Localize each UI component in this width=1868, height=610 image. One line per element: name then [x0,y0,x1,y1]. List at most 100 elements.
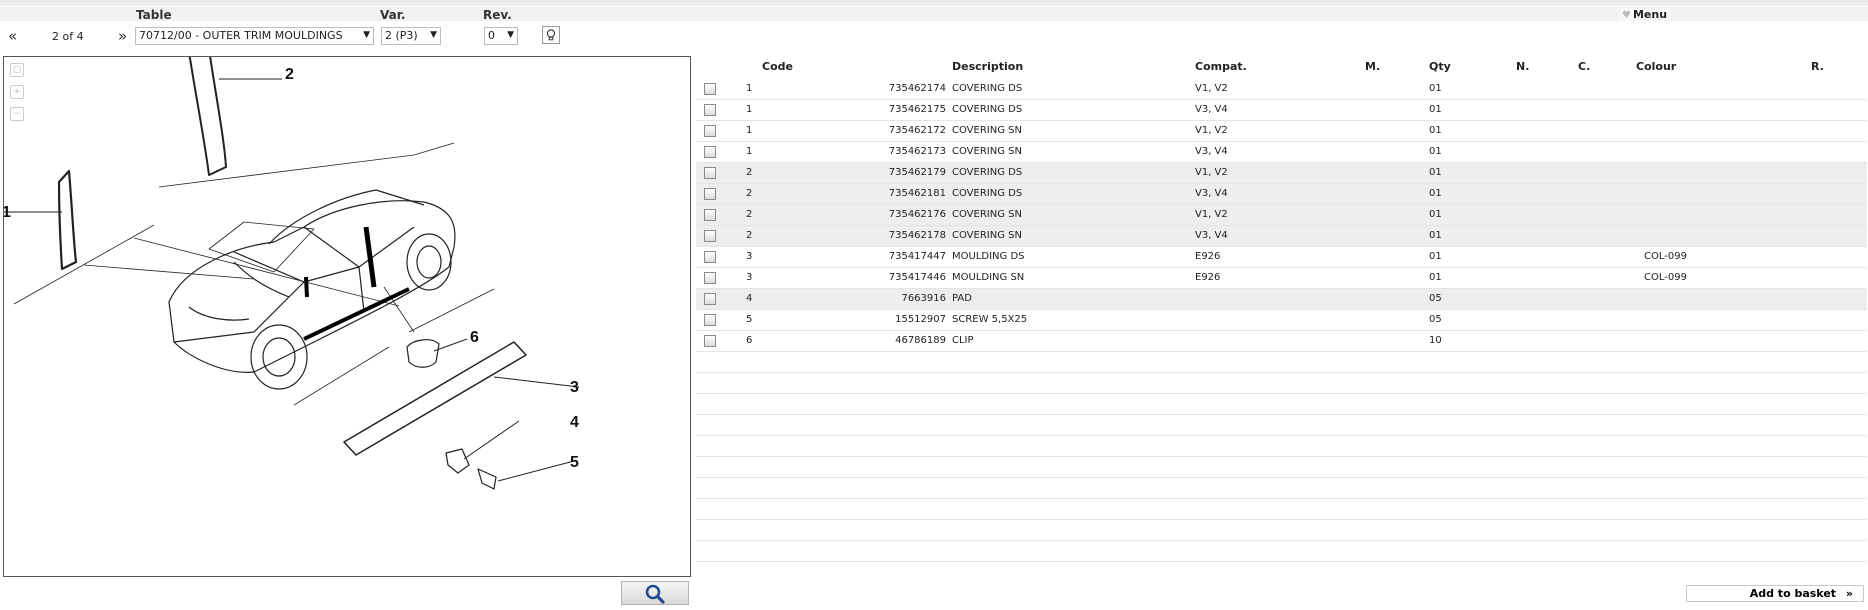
row-ref: 5 [746,314,753,325]
table-row[interactable]: 2 735462178 COVERING SN V3, V4 01 [696,226,1867,247]
zoom-tools: ▢ + − [10,63,24,129]
row-ref: 1 [746,83,753,94]
row-ref: 2 [746,209,753,220]
row-compat: V3, V4 [1195,104,1228,115]
table-select[interactable]: 70712/00 - OUTER TRIM MOULDINGS ▼ [135,27,374,45]
row-code: 735462176 [888,209,946,220]
row-description: COVERING SN [952,146,1022,157]
col-code[interactable]: Code [762,60,793,73]
row-checkbox[interactable] [704,272,716,284]
table-header: Code Description Compat. M. Qty N. C. Co… [696,56,1867,79]
callout-4[interactable]: 4 [570,414,579,431]
row-compat: V1, V2 [1195,167,1228,178]
next-page-button[interactable]: » [118,27,127,45]
empty-row [696,499,1867,520]
row-code: 735462172 [888,125,946,136]
zoom-out-icon[interactable]: − [10,107,24,121]
callout-3[interactable]: 3 [570,379,579,396]
row-description: CLIP [952,335,974,346]
row-qty: 01 [1429,104,1442,115]
variant-label: Var. [380,8,406,22]
variant-select[interactable]: 2 (P3) ▼ [381,27,441,45]
row-checkbox[interactable] [704,104,716,116]
table-row[interactable]: 3 735417447 MOULDING DS E926 01 COL-099 [696,247,1867,268]
callout-1[interactable]: 1 [4,204,11,221]
row-checkbox[interactable] [704,83,716,95]
table-row[interactable]: 2 735462181 COVERING DS V3, V4 01 [696,184,1867,205]
table-select-value: 70712/00 - OUTER TRIM MOULDINGS [139,29,343,42]
zoom-in-icon[interactable]: + [10,85,24,99]
col-qty[interactable]: Qty [1429,60,1451,73]
empty-row [696,373,1867,394]
table-body: 1 735462174 COVERING DS V1, V2 01 1 735462175 C… [696,79,1867,352]
table-row[interactable]: 1 735462173 COVERING SN V3, V4 01 [696,142,1867,163]
row-checkbox[interactable] [704,188,716,200]
callout-5[interactable]: 5 [570,454,579,471]
chevron-down-icon: ▼ [363,30,370,40]
row-qty: 01 [1429,209,1442,220]
col-colour[interactable]: Colour [1636,60,1676,73]
lightbulb-icon[interactable] [542,26,560,44]
row-checkbox[interactable] [704,293,716,305]
col-m[interactable]: M. [1365,60,1380,73]
row-checkbox[interactable] [704,125,716,137]
row-qty: 01 [1429,272,1442,283]
menu-button[interactable]: ♥ Menu [1618,8,1672,21]
first-page-button[interactable]: « [8,27,17,45]
revision-select[interactable]: 0 ▼ [484,27,518,45]
revision-label: Rev. [483,8,512,22]
row-checkbox[interactable] [704,335,716,347]
row-checkbox[interactable] [704,167,716,179]
row-compat: V3, V4 [1195,230,1228,241]
row-qty: 05 [1429,314,1442,325]
chevron-down-icon: ▼ [430,30,437,40]
empty-row [696,436,1867,457]
row-qty: 01 [1429,125,1442,136]
col-compat[interactable]: Compat. [1195,60,1247,73]
col-c[interactable]: C. [1578,60,1590,73]
callout-6[interactable]: 6 [470,329,479,346]
row-compat: E926 [1195,251,1221,262]
row-description: MOULDING DS [952,251,1025,262]
table-row[interactable]: 1 735462174 COVERING DS V1, V2 01 [696,79,1867,100]
row-checkbox[interactable] [704,146,716,158]
callout-2[interactable]: 2 [285,66,294,83]
col-r[interactable]: R. [1811,60,1824,73]
empty-row [696,352,1867,373]
row-description: MOULDING SN [952,272,1025,283]
row-compat: V1, V2 [1195,209,1228,220]
row-ref: 4 [746,293,753,304]
row-code: 735417446 [888,272,946,283]
page-info: 2 of 4 [52,30,84,43]
parts-drawing[interactable]: ▢ + − 2 6 3 4 5 [3,56,691,577]
fit-view-icon[interactable]: ▢ [10,63,24,77]
row-checkbox[interactable] [704,230,716,242]
row-description: SCREW 5,5X25 [952,314,1028,325]
col-n[interactable]: N. [1516,60,1529,73]
table-row[interactable]: 5 15512907 SCREW 5,5X25 05 [696,310,1867,331]
table-row[interactable]: 1 735462172 COVERING SN V1, V2 01 [696,121,1867,142]
row-checkbox[interactable] [704,314,716,326]
row-qty: 01 [1429,146,1442,157]
table-row[interactable]: 6 46786189 CLIP 10 [696,331,1867,352]
row-code: 735462173 [888,146,946,157]
row-description: COVERING SN [952,125,1022,136]
row-checkbox[interactable] [704,251,716,263]
parts-diagram: 2 1 6 3 4 5 [4,57,580,490]
table-row[interactable]: 2 735462179 COVERING DS V1, V2 01 [696,163,1867,184]
table-row[interactable]: 3 735417446 MOULDING SN E926 01 COL-099 [696,268,1867,289]
search-button[interactable] [621,581,689,605]
row-code: 7663916 [901,293,946,304]
add-to-basket-button[interactable]: Add to basket » [1686,585,1864,602]
row-ref: 2 [746,188,753,199]
table-label: Table [136,8,172,22]
row-qty: 01 [1429,188,1442,199]
table-row[interactable]: 1 735462175 COVERING DS V3, V4 01 [696,100,1867,121]
empty-row [696,478,1867,499]
row-checkbox[interactable] [704,209,716,221]
table-row[interactable]: 2 735462176 COVERING SN V1, V2 01 [696,205,1867,226]
table-row[interactable]: 4 7663916 PAD 05 [696,289,1867,310]
row-qty: 01 [1429,251,1442,262]
col-description[interactable]: Description [952,60,1023,73]
row-description: COVERING DS [952,104,1023,115]
